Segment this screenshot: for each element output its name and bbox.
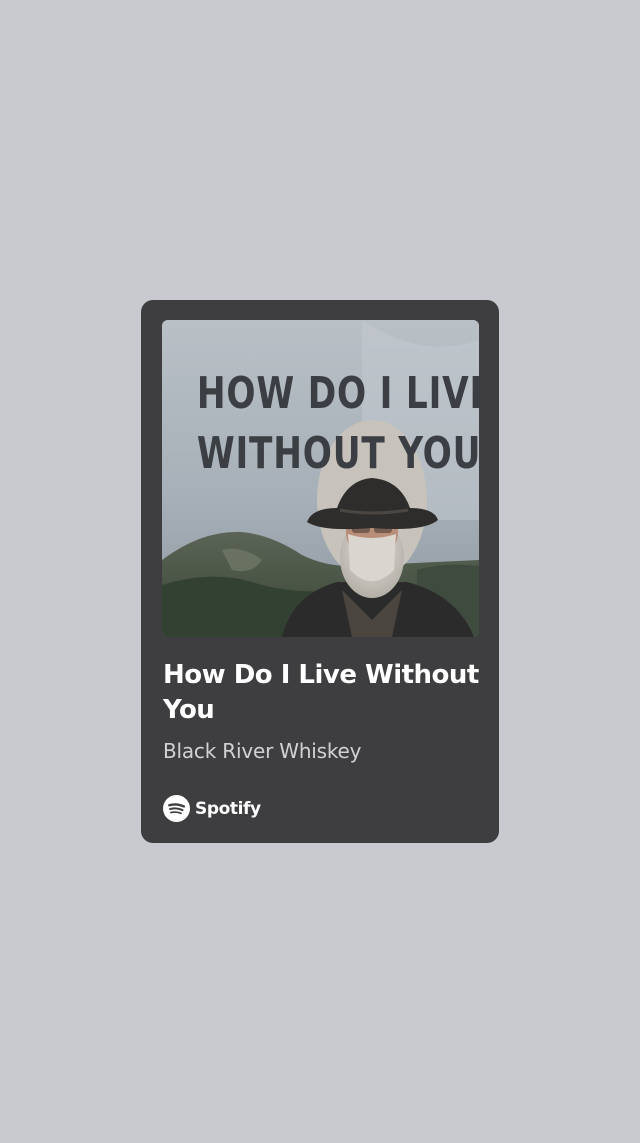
album-cover-title: HOW DO I LIVE WITHOUT YOU <box>196 364 479 484</box>
track-artist[interactable]: Black River Whiskey <box>163 737 361 765</box>
spotify-track-card[interactable]: HOW DO I LIVE WITHOUT YOU How Do I Live … <box>141 300 499 843</box>
spotify-wordmark: Spotify <box>195 798 261 819</box>
spotify-brand-link[interactable]: Spotify <box>163 795 261 822</box>
album-cover-title-line2: WITHOUT YOU <box>196 428 479 479</box>
track-title[interactable]: How Do I Live Without You <box>163 658 483 728</box>
album-cover-title-line1: HOW DO I LIVE <box>196 368 479 419</box>
album-cover[interactable]: HOW DO I LIVE WITHOUT YOU <box>162 320 479 637</box>
screen: HOW DO I LIVE WITHOUT YOU How Do I Live … <box>0 0 640 1143</box>
spotify-logo-icon <box>163 795 190 822</box>
